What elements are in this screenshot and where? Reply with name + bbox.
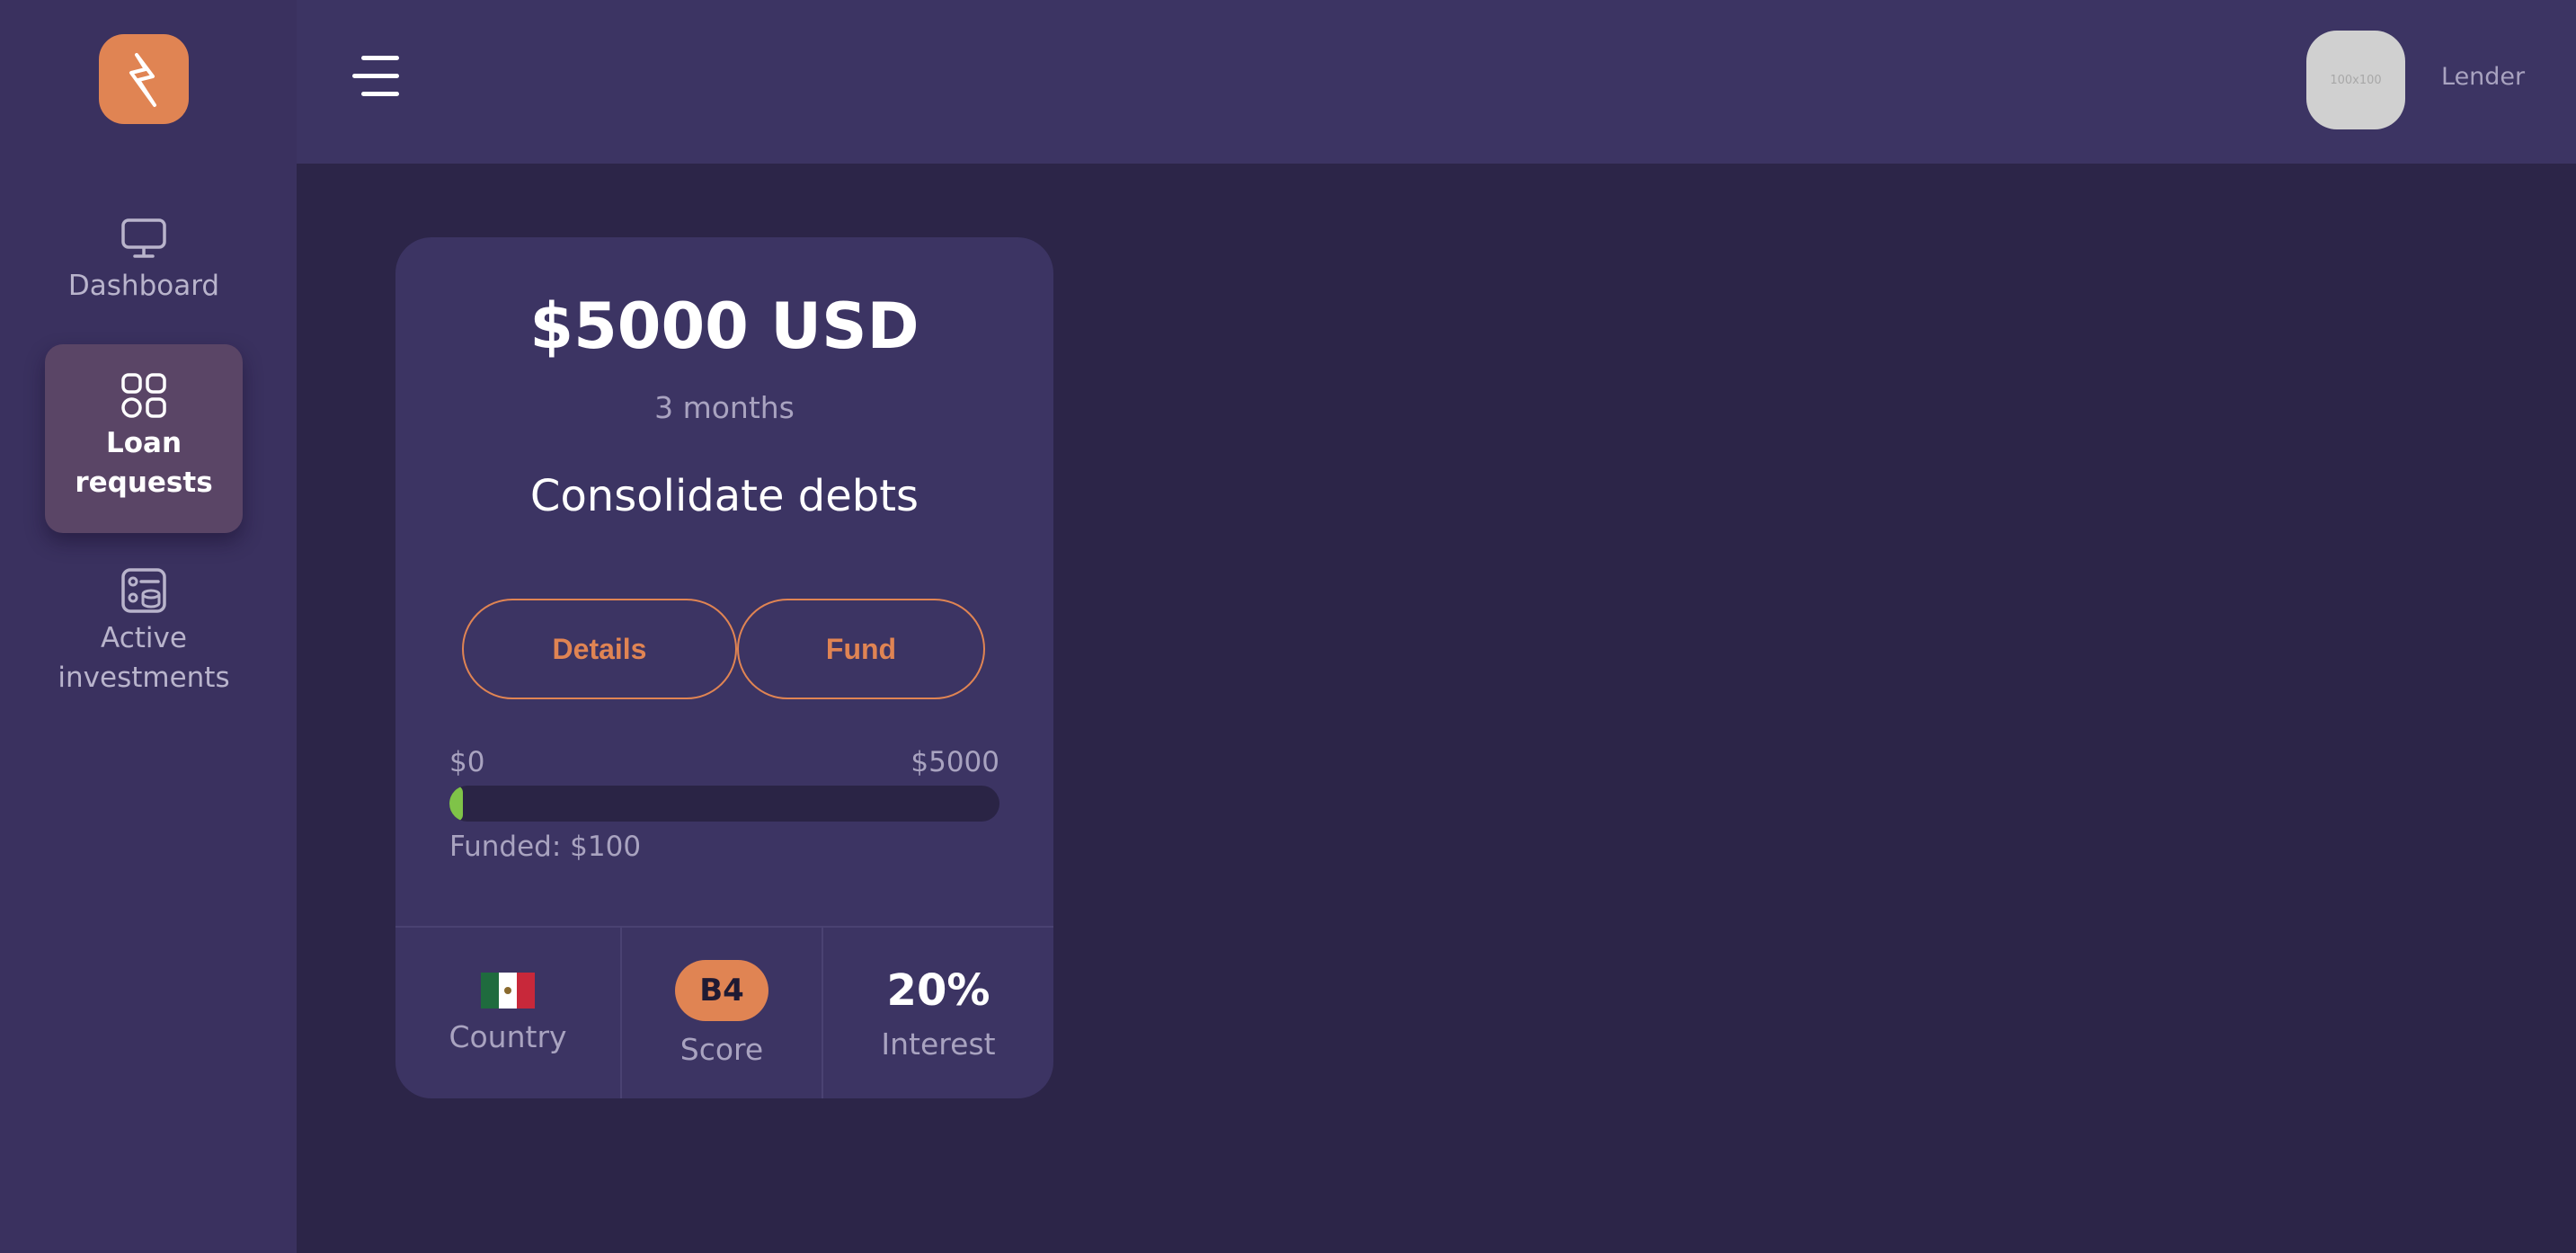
lightning-bolt-icon — [129, 53, 156, 107]
grid-icon — [120, 371, 168, 420]
investments-icon — [120, 566, 168, 615]
loan-request-card: $5000 USD 3 months Consolidate debts Det… — [395, 237, 1053, 1098]
top-header: 100x100 Lender — [297, 0, 2576, 164]
interest-label: Interest — [881, 1026, 996, 1062]
loan-purpose: Consolidate debts — [529, 471, 919, 521]
funding-progress-bar — [449, 786, 999, 822]
sidebar-item-active-investments[interactable]: Active investments — [45, 566, 243, 710]
sidebar: Dashboard Loan requests Active investmen — [0, 0, 297, 1253]
app-logo[interactable] — [99, 34, 189, 124]
hamburger-icon[interactable] — [352, 56, 399, 97]
score-label: Score — [680, 1031, 764, 1067]
sidebar-item-label: Loan requests — [75, 427, 213, 499]
sidebar-item-label: Active investments — [58, 622, 230, 694]
range-max-label: $5000 — [910, 746, 999, 778]
sidebar-item-label: Dashboard — [67, 270, 220, 302]
sidebar-item-loan-requests[interactable]: Loan requests — [45, 344, 243, 533]
details-button[interactable]: Details — [462, 599, 737, 699]
loan-amount: $5000 USD — [529, 289, 919, 363]
funding-progress-fill — [449, 786, 464, 822]
score-stat: B4 Score — [622, 928, 823, 1098]
loan-term: 3 months — [654, 390, 795, 425]
country-stat: Country — [395, 928, 622, 1098]
avatar[interactable]: 100x100 — [2306, 31, 2405, 129]
country-label: Country — [449, 1018, 567, 1054]
monitor-icon — [120, 214, 168, 262]
fund-button[interactable]: Fund — [737, 599, 985, 699]
sidebar-item-dashboard[interactable]: Dashboard — [45, 214, 243, 322]
range-min-label: $0 — [449, 746, 485, 778]
avatar-placeholder-text: 100x100 — [2330, 73, 2382, 87]
user-role-label[interactable]: Lender — [2441, 63, 2525, 91]
interest-stat: 20% Interest — [823, 928, 1053, 1098]
interest-value: 20% — [886, 964, 990, 1016]
funded-amount-label: Funded: $100 — [449, 831, 642, 863]
score-badge: B4 — [675, 959, 768, 1021]
mexico-flag-icon — [481, 972, 535, 1009]
